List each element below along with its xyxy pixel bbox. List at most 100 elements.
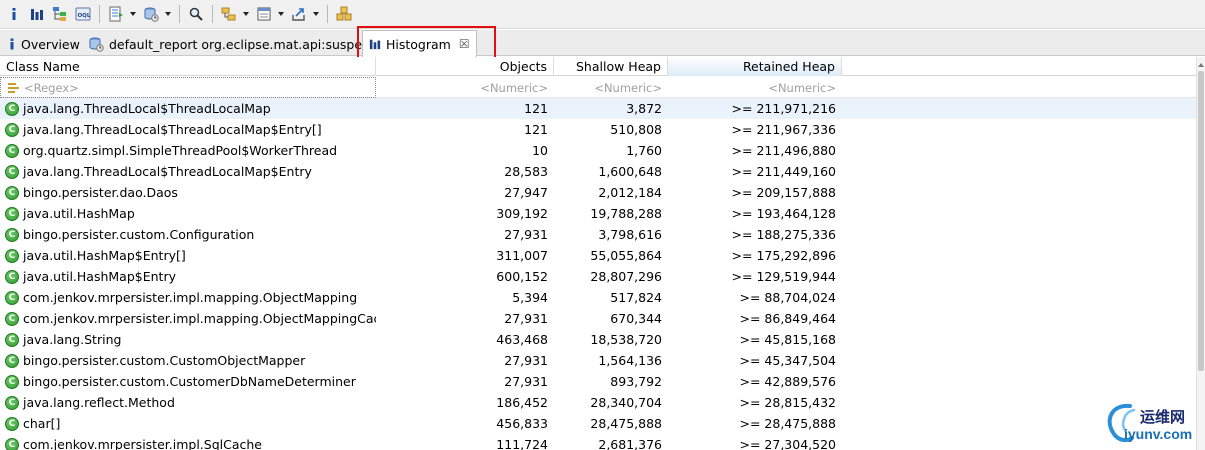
table-row[interactable]: Cbingo.persister.custom.CustomerDbNameDe… bbox=[0, 371, 1196, 392]
table-row[interactable]: Cjava.lang.ThreadLocal$ThreadLocalMap$En… bbox=[0, 119, 1196, 140]
table-row[interactable]: Ccom.jenkov.mrpersister.impl.mapping.Obj… bbox=[0, 287, 1196, 308]
class-name-text: bingo.persister.custom.CustomerDbNameDet… bbox=[23, 374, 356, 389]
toolbar-separator bbox=[327, 5, 328, 23]
calculate-retained-size-icon[interactable] bbox=[254, 3, 274, 25]
objects-filter[interactable]: <Numeric> bbox=[376, 77, 554, 98]
shallow-heap-cell: 19,788,288 bbox=[590, 206, 662, 221]
class-name-filter[interactable]: <Regex> bbox=[0, 77, 376, 98]
column-header-objects[interactable]: Objects bbox=[376, 57, 554, 76]
class-name-cell[interactable]: Cjava.util.HashMap bbox=[0, 203, 376, 224]
class-name-cell[interactable]: Cjava.lang.ThreadLocal$ThreadLocalMap$En… bbox=[0, 119, 376, 140]
calculate-dropdown[interactable] bbox=[277, 3, 285, 25]
query-browser-icon[interactable] bbox=[106, 3, 126, 25]
column-header-shallow-heap[interactable]: Shallow Heap bbox=[554, 57, 668, 76]
table-row[interactable]: Cbingo.persister.dao.Daos 27,947 2,012,184… bbox=[0, 182, 1196, 203]
class-name-cell[interactable]: Cjava.util.HashMap$Entry[] bbox=[0, 245, 376, 266]
shallow-heap-cell: 670,344 bbox=[610, 311, 662, 326]
class-name-cell[interactable]: Ccom.jenkov.mrpersister.impl.mapping.Obj… bbox=[0, 287, 376, 308]
export-icon[interactable] bbox=[289, 3, 309, 25]
row-filler bbox=[842, 161, 1196, 182]
tab-overview[interactable]: Overview bbox=[2, 32, 86, 56]
table-body: Cjava.lang.ThreadLocal$ThreadLocalMap 121… bbox=[0, 98, 1196, 450]
heap-dump-overview-icon[interactable] bbox=[141, 3, 161, 25]
table-row[interactable]: Ccom.jenkov.mrpersister.impl.SqlCache 111… bbox=[0, 434, 1196, 450]
scroll-up-arrow-icon[interactable] bbox=[1198, 63, 1204, 67]
table-row[interactable]: Cjava.lang.ThreadLocal$ThreadLocalMap$En… bbox=[0, 161, 1196, 182]
group-by-dropdown[interactable] bbox=[242, 3, 250, 25]
table-row[interactable]: Cchar[] 456,833 28,475,888 >= 28,475,888 bbox=[0, 413, 1196, 434]
table-row[interactable]: Cbingo.persister.custom.Configuration 27,… bbox=[0, 224, 1196, 245]
retained-heap-cell: >= 211,449,160 bbox=[731, 164, 836, 179]
table-row[interactable]: Cjava.util.HashMap 309,192 19,788,288 >= 19… bbox=[0, 203, 1196, 224]
column-header-retained-heap[interactable]: Retained Heap bbox=[668, 57, 842, 76]
row-filler bbox=[842, 224, 1196, 245]
table-row[interactable]: Corg.quartz.simpl.SimpleThreadPool$Worke… bbox=[0, 140, 1196, 161]
close-icon[interactable]: ☒ bbox=[459, 37, 470, 51]
objects-cell: 10 bbox=[532, 143, 548, 158]
class-name-text: com.jenkov.mrpersister.impl.mapping.Obje… bbox=[23, 311, 376, 326]
histogram-icon[interactable] bbox=[27, 3, 47, 25]
class-icon: C bbox=[5, 374, 19, 389]
info-icon bbox=[8, 38, 16, 50]
class-icon: C bbox=[5, 185, 19, 200]
shallow-heap-filter[interactable]: <Numeric> bbox=[554, 77, 668, 98]
class-name-cell[interactable]: Cbingo.persister.custom.Configuration bbox=[0, 224, 376, 245]
class-name-cell[interactable]: Cchar[] bbox=[0, 413, 376, 434]
table-row[interactable]: Ccom.jenkov.mrpersister.impl.mapping.Obj… bbox=[0, 308, 1196, 329]
toolbar-separator bbox=[212, 5, 213, 23]
class-name-cell[interactable]: Cbingo.persister.custom.CustomerDbNameDe… bbox=[0, 371, 376, 392]
class-name-text: java.lang.String bbox=[23, 332, 122, 347]
retained-heap-filter[interactable]: <Numeric> bbox=[668, 77, 842, 98]
objects-cell: 5,394 bbox=[512, 290, 548, 305]
class-name-cell[interactable]: Cbingo.persister.dao.Daos bbox=[0, 182, 376, 203]
class-name-cell[interactable]: Ccom.jenkov.mrpersister.impl.mapping.Obj… bbox=[0, 308, 376, 329]
vertical-scrollbar[interactable] bbox=[1196, 57, 1205, 450]
tab-histogram[interactable]: Histogram ☒ bbox=[362, 30, 477, 57]
class-icon: C bbox=[5, 311, 19, 326]
tab-default-report[interactable]: default_report org.eclipse.mat.api:suspe… bbox=[82, 32, 386, 56]
class-name-cell[interactable]: Cbingo.persister.custom.CustomObjectMapp… bbox=[0, 350, 376, 371]
find-object-icon[interactable] bbox=[334, 3, 354, 25]
shallow-heap-cell: 2,681,376 bbox=[598, 437, 662, 450]
histogram-icon bbox=[369, 38, 381, 50]
table-row[interactable]: Cjava.lang.ThreadLocal$ThreadLocalMap 121… bbox=[0, 98, 1196, 119]
table-row[interactable]: Cjava.lang.String 463,468 18,538,720 >= 45,… bbox=[0, 329, 1196, 350]
class-name-cell[interactable]: Cjava.lang.reflect.Method bbox=[0, 392, 376, 413]
search-icon[interactable] bbox=[186, 3, 206, 25]
objects-cell: 27,931 bbox=[504, 311, 548, 326]
group-by-icon[interactable] bbox=[219, 3, 239, 25]
class-name-text: bingo.persister.custom.CustomObjectMappe… bbox=[23, 353, 306, 368]
class-name-cell[interactable]: Cjava.lang.String bbox=[0, 329, 376, 350]
toolbar-separator bbox=[179, 5, 180, 23]
table-row[interactable]: Cjava.util.HashMap$Entry 600,152 28,807,29… bbox=[0, 266, 1196, 287]
class-name-cell[interactable]: Cjava.util.HashMap$Entry bbox=[0, 266, 376, 287]
export-dropdown[interactable] bbox=[312, 3, 320, 25]
editor-tab-bar: Overview default_report org.eclipse.mat.… bbox=[0, 30, 1205, 57]
table-row[interactable]: Cjava.lang.reflect.Method 186,452 28,340,7… bbox=[0, 392, 1196, 413]
class-name-text: java.util.HashMap$Entry[] bbox=[23, 248, 186, 263]
class-name-cell[interactable]: Cjava.lang.ThreadLocal$ThreadLocalMap bbox=[0, 98, 376, 119]
retained-heap-cell: >= 188,275,336 bbox=[731, 227, 836, 242]
column-header-class-name[interactable]: Class Name bbox=[0, 57, 376, 76]
tab-overview-label: Overview bbox=[21, 36, 80, 52]
class-name-cell[interactable]: Cjava.lang.ThreadLocal$ThreadLocalMap$En… bbox=[0, 161, 376, 182]
retained-heap-cell: >= 211,971,216 bbox=[731, 101, 836, 116]
class-name-cell[interactable]: Ccom.jenkov.mrpersister.impl.SqlCache bbox=[0, 434, 376, 450]
objects-cell: 309,192 bbox=[496, 206, 548, 221]
heap-dump-dropdown[interactable] bbox=[164, 3, 172, 25]
query-browser-dropdown[interactable] bbox=[129, 3, 137, 25]
oql-icon[interactable]: OQL bbox=[73, 3, 93, 25]
shallow-heap-cell: 1,600,648 bbox=[598, 164, 662, 179]
table-row[interactable]: Cjava.util.HashMap$Entry[] 311,007 55,055,… bbox=[0, 245, 1196, 266]
row-filler bbox=[842, 245, 1196, 266]
class-name-cell[interactable]: Corg.quartz.simpl.SimpleThreadPool$Worke… bbox=[0, 140, 376, 161]
class-icon: C bbox=[5, 269, 19, 284]
table-row[interactable]: Cbingo.persister.custom.CustomObjectMapp… bbox=[0, 350, 1196, 371]
filter-row: <Regex> <Numeric> <Numeric> <Numeric> bbox=[0, 77, 1196, 98]
objects-cell: 121 bbox=[524, 101, 548, 116]
retained-heap-cell: >= 211,496,880 bbox=[731, 143, 836, 158]
info-icon[interactable] bbox=[4, 3, 24, 25]
objects-cell: 186,452 bbox=[496, 395, 548, 410]
scrollbar-thumb[interactable] bbox=[1198, 71, 1204, 371]
dominator-tree-icon[interactable] bbox=[50, 3, 70, 25]
